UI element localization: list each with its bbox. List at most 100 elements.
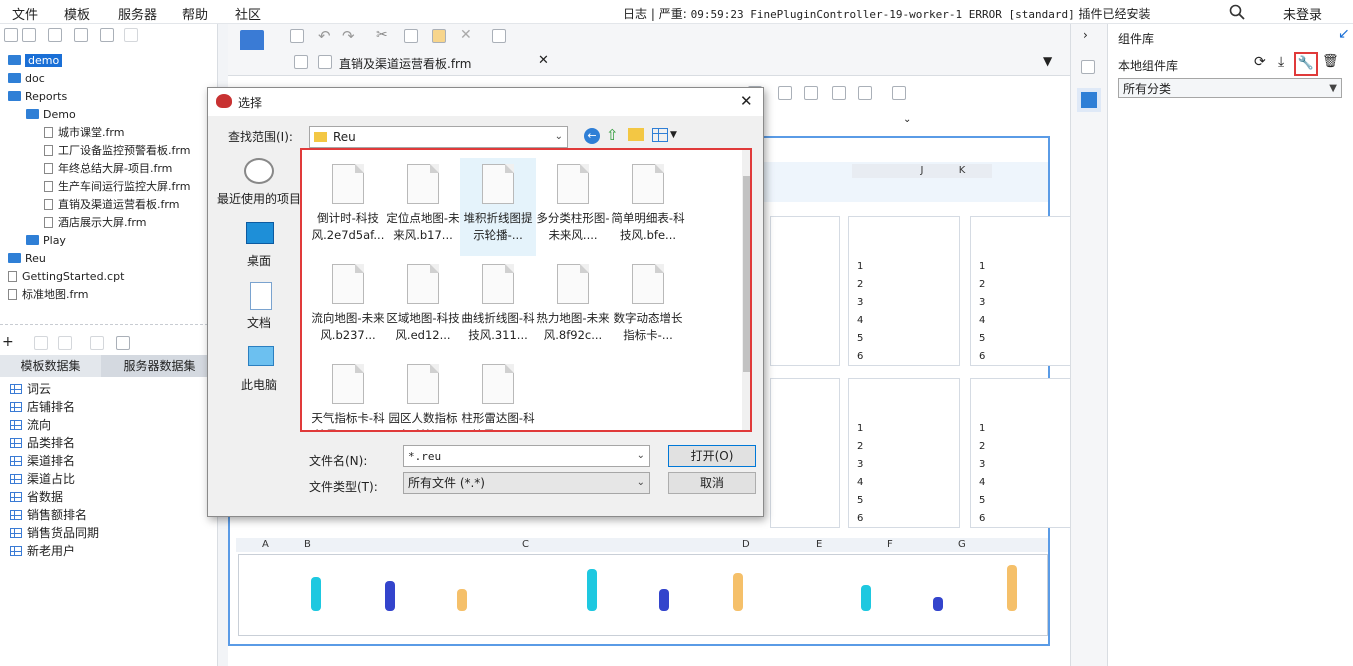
- tree-item[interactable]: 标准地图.frm: [8, 286, 88, 304]
- file-item[interactable]: 柱形雷达图-科技风.bb...: [460, 358, 536, 430]
- sheet-block[interactable]: [770, 378, 840, 528]
- tree-item[interactable]: 城市课堂.frm: [44, 124, 124, 142]
- view-menu-icon[interactable]: [652, 128, 668, 142]
- format-icon[interactable]: [492, 29, 506, 43]
- dataset-item[interactable]: 店铺排名: [10, 398, 75, 416]
- menu-community[interactable]: 社区: [235, 4, 261, 23]
- scrollbar[interactable]: [742, 150, 750, 430]
- view-dropdown-icon[interactable]: ▼: [670, 130, 677, 140]
- open-icon[interactable]: [48, 28, 62, 42]
- filetype-select[interactable]: 所有文件 (*.*) ⌄: [403, 472, 650, 494]
- tree-item[interactable]: Reports: [8, 88, 67, 106]
- tab-title[interactable]: 直销及渠道运营看板.frm: [339, 55, 471, 72]
- dataset-item[interactable]: 品类排名: [10, 434, 75, 452]
- place-desktop[interactable]: 桌面: [212, 252, 306, 269]
- tree-item[interactable]: 工厂设备监控预警看板.frm: [44, 142, 190, 160]
- dataset-item[interactable]: 流向: [10, 416, 51, 434]
- wrench-icon[interactable]: 🔧: [1294, 52, 1318, 76]
- search-icon[interactable]: [1229, 4, 1245, 20]
- list-widget-icon[interactable]: [804, 86, 818, 100]
- collapse-icon[interactable]: ›: [1083, 28, 1088, 42]
- place-documents[interactable]: 文档: [212, 314, 306, 331]
- open-button[interactable]: 打开(O): [668, 445, 756, 467]
- tree-item[interactable]: 酒店展示大屏.frm: [44, 214, 146, 232]
- file-item[interactable]: 多分类柱形图-未来风....: [535, 158, 611, 256]
- dataset-item[interactable]: 词云: [10, 380, 51, 398]
- tab-server-dataset[interactable]: 服务器数据集: [101, 355, 218, 377]
- tree-item[interactable]: GettingStarted.cpt: [8, 268, 124, 286]
- dataset-item[interactable]: 销售货品同期: [10, 524, 99, 542]
- redo-icon[interactable]: ↷: [342, 27, 355, 45]
- dataset-item[interactable]: 新老用户: [10, 542, 75, 560]
- dataset-item[interactable]: 渠道排名: [10, 452, 75, 470]
- file-item[interactable]: 简单明细表-科技风.bfe...: [610, 158, 686, 256]
- back-icon[interactable]: ←: [584, 128, 600, 144]
- log-status[interactable]: 日志 | 严重: 09:59:23 FinePluginController-1…: [623, 5, 1151, 22]
- grid-icon[interactable]: [294, 55, 308, 69]
- sheet-block[interactable]: 1 2 3 4 5 6: [848, 378, 960, 528]
- category-select[interactable]: 所有分类 ▼: [1118, 78, 1342, 98]
- tree-item[interactable]: Demo: [26, 106, 76, 124]
- tree-item[interactable]: demo: [8, 52, 63, 70]
- sheet-block[interactable]: [770, 216, 840, 366]
- close-icon[interactable]: ✕: [740, 92, 753, 110]
- dataset-item[interactable]: 渠道占比: [10, 470, 75, 488]
- tree-item[interactable]: 直销及渠道运营看板.frm: [44, 196, 179, 214]
- save-icon[interactable]: [290, 29, 304, 43]
- delete-icon[interactable]: [100, 28, 114, 42]
- sheet-block[interactable]: 1 2 3 4 5 6: [848, 216, 960, 366]
- login-button[interactable]: 未登录: [1283, 4, 1322, 23]
- file-item[interactable]: 流向地图-未来风.b237...: [310, 258, 386, 356]
- place-this-pc[interactable]: 此电脑: [212, 376, 306, 393]
- new-folder-icon[interactable]: [628, 128, 644, 141]
- param-icon[interactable]: [116, 336, 130, 350]
- number-widget-icon[interactable]: [778, 86, 792, 100]
- menu-file[interactable]: 文件: [12, 4, 38, 23]
- place-recent[interactable]: 最近使用的项目: [212, 190, 306, 207]
- file-item[interactable]: 天气指标卡-科技风.d93b...: [310, 358, 386, 430]
- file-item[interactable]: 定位点地图-未来风.b17...: [385, 158, 461, 256]
- download-icon[interactable]: ⤓: [1278, 54, 1284, 70]
- dataset-item[interactable]: 省数据: [10, 488, 63, 506]
- lookin-select[interactable]: Reu ⌄: [309, 126, 568, 148]
- file-item[interactable]: 曲线折线图-科技风.311...: [460, 258, 536, 356]
- paste-icon[interactable]: [432, 29, 446, 43]
- file-item[interactable]: 倒计时-科技风.2e7d5af...: [310, 158, 386, 256]
- expand-icon[interactable]: ⌄: [903, 114, 911, 125]
- menu-template[interactable]: 模板: [64, 4, 90, 23]
- refresh-icon[interactable]: [22, 28, 36, 42]
- check-widget-icon[interactable]: [832, 86, 846, 100]
- trash-icon[interactable]: [58, 336, 72, 350]
- file-item[interactable]: 区域地图-科技风.ed12...: [385, 258, 461, 356]
- refresh-lib-icon[interactable]: ⟳: [1254, 54, 1266, 70]
- add-icon[interactable]: +: [2, 334, 14, 350]
- tab-menu-icon[interactable]: ▼: [1043, 54, 1052, 68]
- edit-icon[interactable]: [34, 336, 48, 350]
- query-widget-icon[interactable]: [892, 86, 906, 100]
- tree-widget-icon[interactable]: [858, 86, 872, 100]
- clear-icon[interactable]: ✕: [460, 27, 472, 43]
- tree-item[interactable]: 生产车间运行监控大屏.frm: [44, 178, 190, 196]
- tree-item[interactable]: doc: [8, 70, 45, 88]
- tab-template-dataset[interactable]: 模板数据集: [0, 355, 101, 377]
- settings-icon[interactable]: [74, 28, 88, 42]
- tree-item[interactable]: Reu: [8, 250, 46, 268]
- file-item[interactable]: 堆积折线图提示轮播-...: [460, 158, 536, 256]
- file-item[interactable]: 热力地图-未来风.8f92c...: [535, 258, 611, 356]
- cancel-button[interactable]: 取消: [668, 472, 756, 494]
- tree-item[interactable]: 年终总结大屏-项目.frm: [44, 160, 172, 178]
- menu-help[interactable]: 帮助: [182, 4, 208, 23]
- menu-server[interactable]: 服务器: [118, 4, 157, 23]
- component-tab[interactable]: [1077, 88, 1101, 112]
- new-folder-icon[interactable]: [4, 28, 18, 42]
- undo-icon[interactable]: ↶: [318, 27, 331, 45]
- preview-icon[interactable]: [90, 336, 104, 350]
- close-tab-icon[interactable]: ✕: [538, 53, 549, 68]
- sheet-block[interactable]: 1 2 3 4 5 6: [970, 216, 1082, 366]
- pin-icon[interactable]: ↙: [1338, 26, 1350, 42]
- delete-lib-icon[interactable]: 🗑: [1322, 54, 1339, 69]
- property-icon[interactable]: [1081, 60, 1095, 74]
- cut-icon[interactable]: ✂: [376, 27, 388, 43]
- file-list[interactable]: 倒计时-科技风.2e7d5af... 定位点地图-未来风.b17... 堆积折线图提…: [300, 148, 752, 432]
- copy-icon[interactable]: [124, 28, 138, 42]
